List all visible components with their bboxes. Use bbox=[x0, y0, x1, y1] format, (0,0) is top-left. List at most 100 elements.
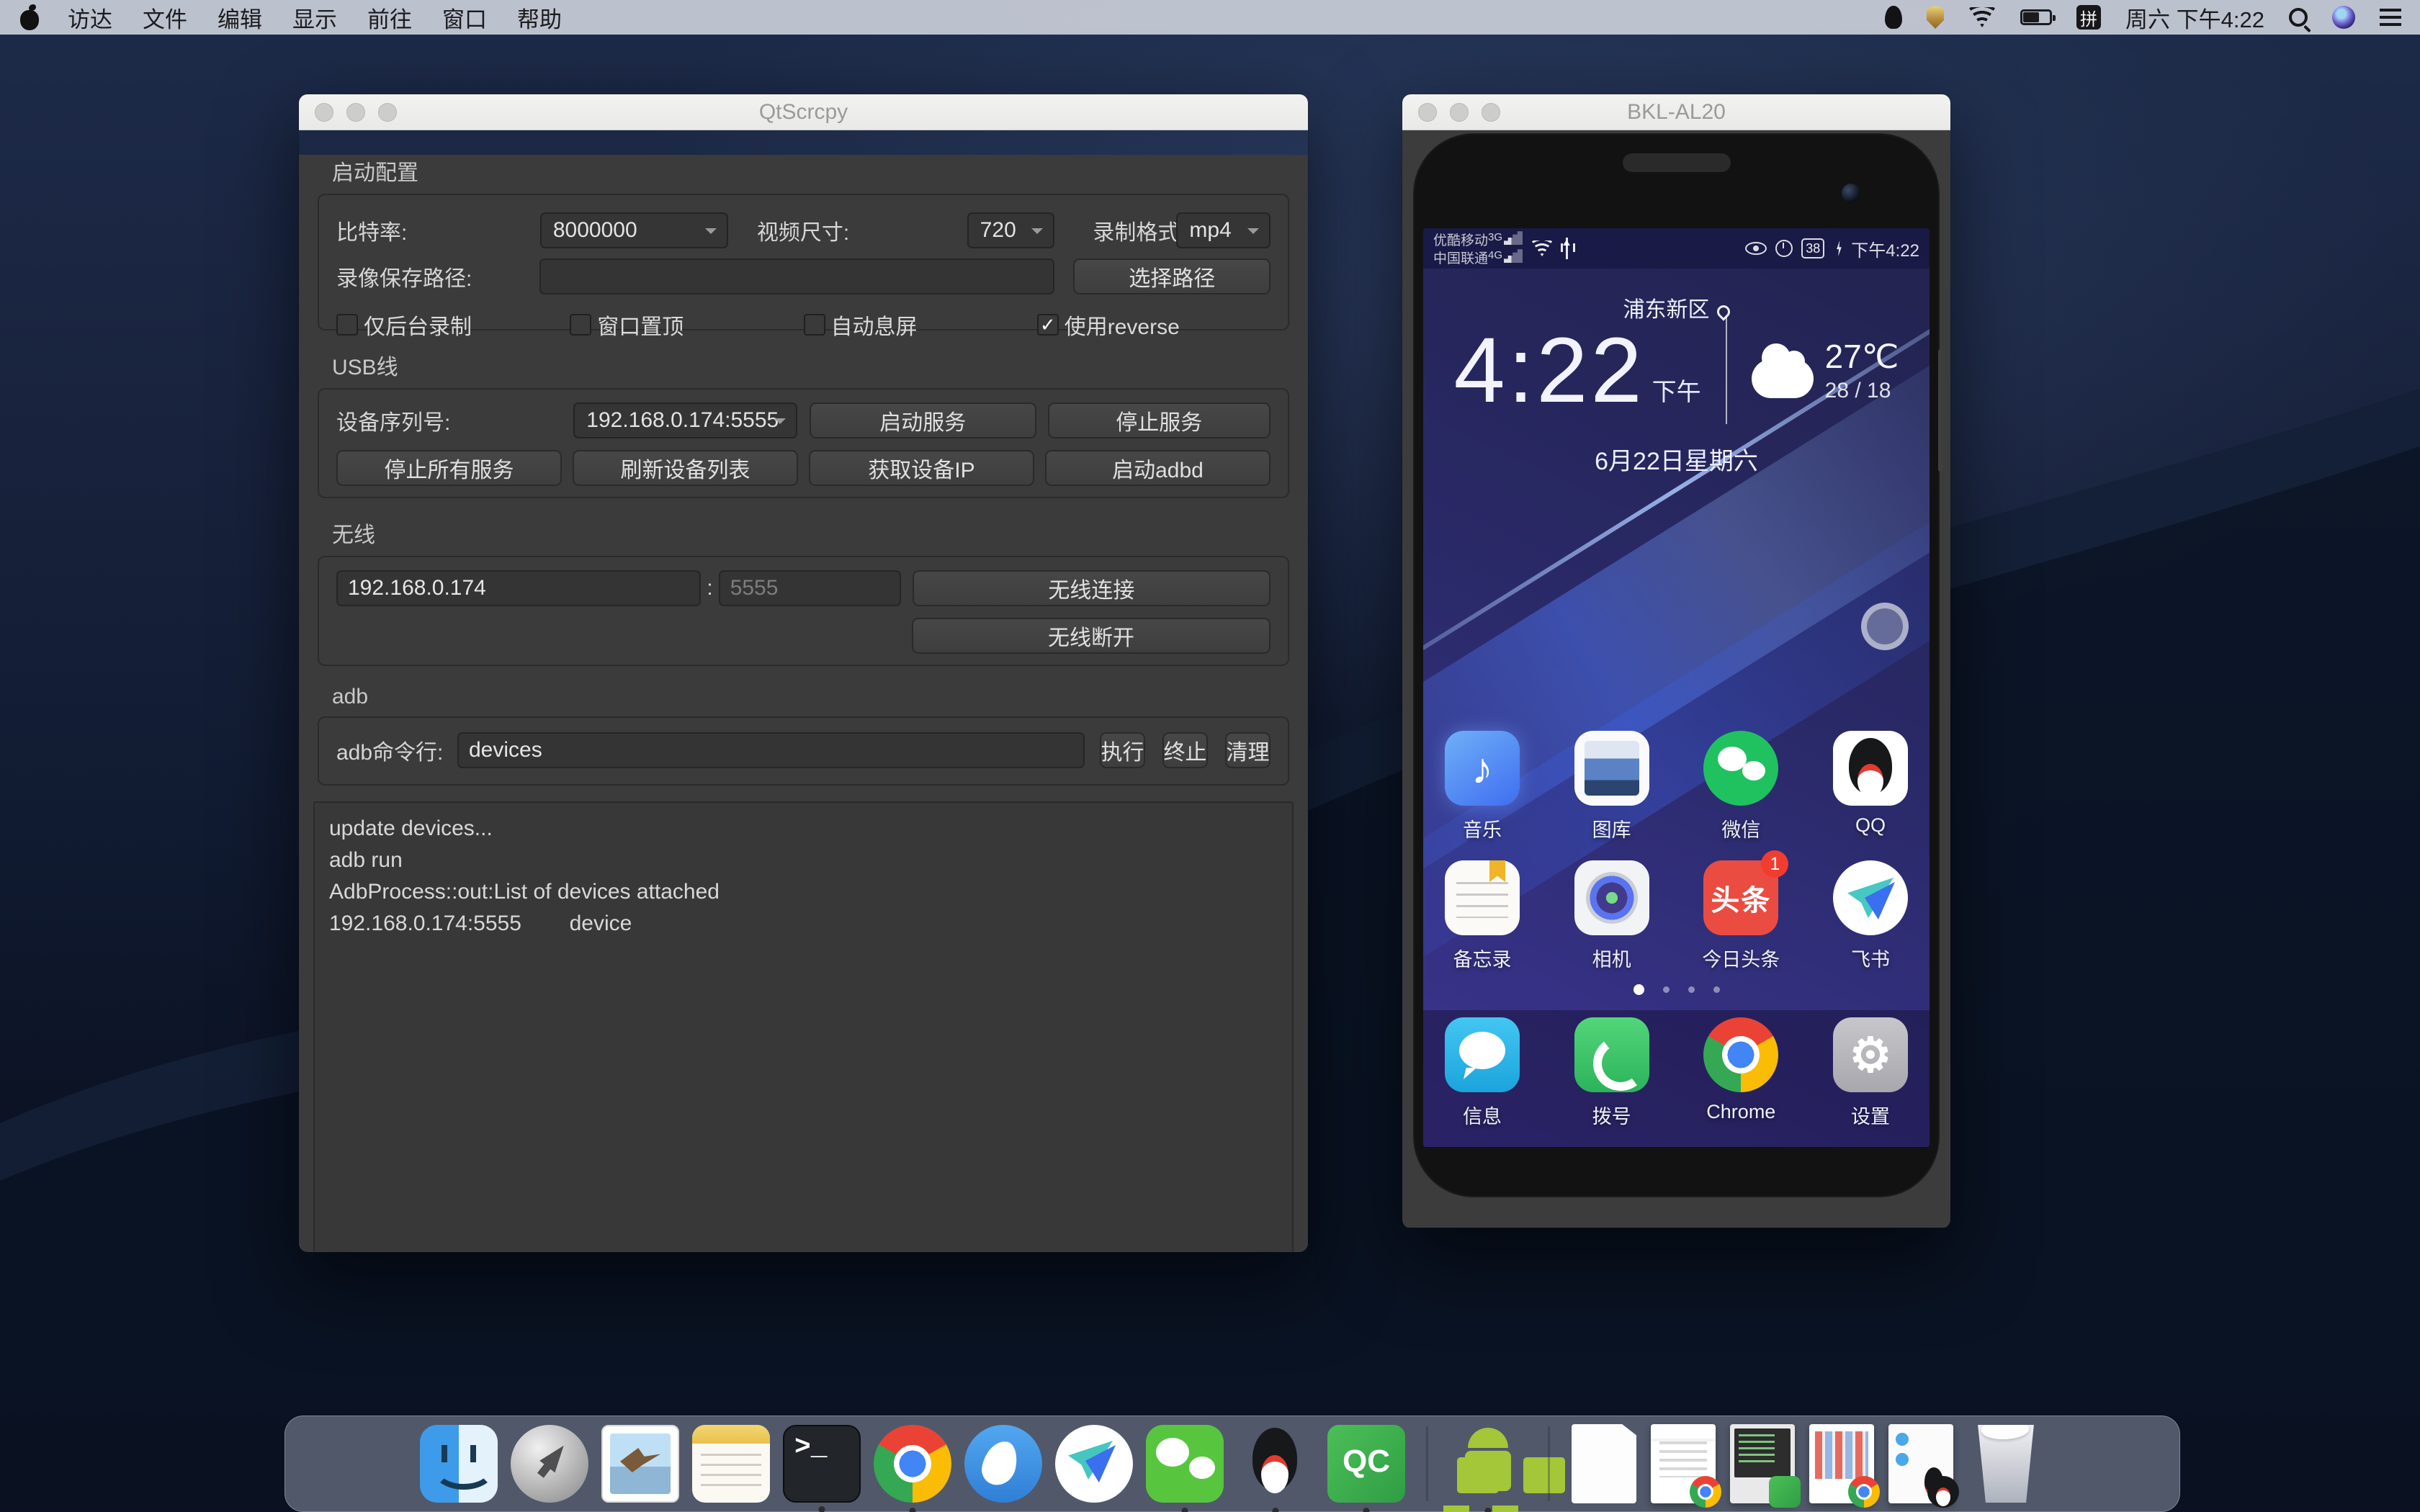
dock-item[interactable] bbox=[1572, 1424, 1636, 1503]
phone-app[interactable]: ⚙ 设置 bbox=[1833, 1017, 1908, 1129]
menu-status-icon[interactable] bbox=[2380, 9, 2401, 26]
wireless-disconnect-button[interactable]: 无线断开 bbox=[912, 618, 1270, 654]
phone-app[interactable]: QQ bbox=[1833, 731, 1908, 842]
weather-widget[interactable]: 27℃ 28 / 18 bbox=[1752, 337, 1899, 403]
qtscrcpy-body: 启动配置 比特率: 8000000 视频尺寸: 720 录制格式: mp4 录像… bbox=[299, 155, 1308, 1252]
phone-app-icon bbox=[1833, 860, 1908, 935]
phone-app[interactable]: ♪ 音乐 bbox=[1445, 731, 1520, 842]
dock-item[interactable] bbox=[874, 1425, 951, 1503]
usb-action-button[interactable]: 获取设备IP bbox=[809, 450, 1034, 486]
phone-window-titlebar[interactable]: BKL-AL20 bbox=[1402, 94, 1950, 130]
phone-app[interactable]: 飞书 bbox=[1833, 860, 1908, 972]
menu-item[interactable]: 窗口 bbox=[442, 1, 487, 34]
phone-usb-icon bbox=[1560, 238, 1573, 259]
phone-app[interactable]: Chrome bbox=[1703, 1017, 1778, 1129]
choose-path-button[interactable]: 选择路径 bbox=[1073, 258, 1270, 294]
dock-item[interactable]: QC bbox=[1327, 1425, 1405, 1503]
checkbox-option[interactable]: 仅后台录制 bbox=[336, 309, 570, 341]
dock-item[interactable] bbox=[1730, 1424, 1795, 1503]
menu-status-icon[interactable] bbox=[2332, 6, 2355, 29]
page-dot bbox=[1663, 986, 1670, 993]
phone-app[interactable]: 相机 bbox=[1574, 860, 1649, 972]
phone-app[interactable]: 信息 bbox=[1445, 1017, 1520, 1129]
dock-item[interactable]: >_ bbox=[783, 1425, 861, 1503]
usb-action-button[interactable]: 停止所有服务 bbox=[336, 450, 562, 486]
menu-status-icon[interactable] bbox=[1968, 7, 1996, 27]
usb-action-button[interactable]: 启动adbd bbox=[1045, 450, 1270, 486]
menu-item[interactable]: 文件 bbox=[143, 1, 187, 34]
phone-app-label: 相机 bbox=[1592, 944, 1631, 972]
menu-status-icon[interactable] bbox=[1885, 6, 1902, 29]
phone-app[interactable]: 头条 1 今日头条 bbox=[1703, 860, 1778, 972]
dock-item[interactable] bbox=[511, 1425, 588, 1503]
adb-action-button[interactable]: 执行 bbox=[1100, 732, 1145, 768]
adb-action-button[interactable]: 终止 bbox=[1162, 732, 1208, 768]
section-label-usb: USB线 bbox=[332, 349, 1294, 381]
wireless-port-input[interactable] bbox=[719, 570, 901, 606]
dock-item[interactable] bbox=[1967, 1425, 2045, 1503]
bitrate-combobox[interactable]: 8000000 bbox=[540, 212, 728, 248]
menu-status-icon[interactable] bbox=[1927, 6, 1944, 29]
wireless-connect-button[interactable]: 无线连接 bbox=[913, 570, 1270, 606]
phone-app-label: Chrome bbox=[1706, 1101, 1775, 1123]
dock-item[interactable] bbox=[1651, 1424, 1716, 1503]
dock-item[interactable] bbox=[420, 1425, 498, 1503]
phone-app-label: 音乐 bbox=[1463, 814, 1502, 842]
adb-log-output[interactable]: update devices... adb run AdbProcess::ou… bbox=[313, 801, 1294, 1252]
dock-item[interactable] bbox=[1055, 1425, 1133, 1503]
phone-app-icon: ⚙ bbox=[1833, 1017, 1908, 1092]
phone-screen[interactable]: 优酷移动3G 中国联通4G 38 下午4:22 浦东新区 bbox=[1423, 228, 1930, 1147]
phone-app-label: 信息 bbox=[1463, 1101, 1502, 1129]
dock-item[interactable] bbox=[601, 1425, 679, 1503]
dock-item[interactable] bbox=[1548, 1426, 1550, 1501]
checkbox-option[interactable]: 自动息屏 bbox=[804, 309, 1037, 341]
wireless-ip-input[interactable] bbox=[336, 570, 701, 606]
video-size-combobox[interactable]: 720 bbox=[967, 212, 1055, 248]
checkbox-option[interactable]: 窗口置顶 bbox=[570, 309, 803, 341]
phone-side-button bbox=[1938, 349, 1942, 472]
menu-status-icon[interactable] bbox=[2020, 9, 2052, 25]
dock-item[interactable] bbox=[1426, 1426, 1428, 1501]
assistive-touch-ball[interactable] bbox=[1861, 603, 1909, 650]
phone-app[interactable]: 拨号 bbox=[1574, 1017, 1649, 1129]
apple-menu-icon[interactable] bbox=[19, 4, 40, 30]
menu-status-icon[interactable]: 拼 bbox=[2076, 5, 2101, 30]
menu-item[interactable]: 帮助 bbox=[517, 1, 562, 34]
dock-item[interactable] bbox=[1237, 1425, 1314, 1503]
record-path-input[interactable] bbox=[539, 258, 1055, 294]
dock-item[interactable] bbox=[1146, 1425, 1224, 1503]
dock-item[interactable] bbox=[1449, 1425, 1527, 1503]
phone-status-time: 下午4:22 bbox=[1851, 236, 1919, 261]
adb-command-input[interactable] bbox=[457, 732, 1085, 768]
qtscrcpy-titlebar[interactable]: QtScrcpy bbox=[299, 94, 1308, 130]
menu-item[interactable]: 访达 bbox=[68, 1, 112, 34]
status-icons-right bbox=[2289, 6, 2401, 29]
phone-app[interactable]: 图库 bbox=[1574, 731, 1649, 842]
adb-buttons: 执行 终止 清理 bbox=[1100, 732, 1270, 768]
phone-app[interactable]: 微信 bbox=[1703, 731, 1778, 842]
stop-service-button[interactable]: 停止服务 bbox=[1048, 402, 1271, 438]
menu-status-icon[interactable] bbox=[2289, 8, 2308, 27]
running-indicator-dot bbox=[1182, 1508, 1188, 1512]
menu-item[interactable]: 显示 bbox=[292, 1, 337, 34]
usb-buttons-row2: 停止所有服务 刷新设备列表 获取设备IP 启动adbd bbox=[336, 450, 1270, 486]
dock-item[interactable] bbox=[692, 1425, 770, 1503]
device-serial-combobox[interactable]: 192.168.0.174:5555 bbox=[573, 402, 797, 438]
record-format-combobox[interactable]: mp4 bbox=[1176, 212, 1270, 248]
clock-widget[interactable]: 4:22 下午 27℃ 28 / 18 bbox=[1423, 316, 1930, 424]
phone-app[interactable]: 备忘录 bbox=[1445, 860, 1520, 972]
menu-item[interactable]: 前往 bbox=[367, 1, 412, 34]
menu-item[interactable]: 编辑 bbox=[218, 1, 262, 34]
dock-item[interactable] bbox=[1888, 1424, 1953, 1503]
start-service-button[interactable]: 启动服务 bbox=[810, 402, 1036, 438]
checkbox-box bbox=[804, 314, 825, 336]
usb-action-button[interactable]: 刷新设备列表 bbox=[573, 450, 798, 486]
alarm-icon bbox=[1775, 240, 1793, 257]
adb-action-button[interactable]: 清理 bbox=[1225, 732, 1270, 768]
status-icons-left: 拼 bbox=[1885, 5, 2101, 30]
dock-item[interactable] bbox=[1809, 1424, 1874, 1503]
checkbox-option[interactable]: 使用reverse bbox=[1037, 309, 1270, 341]
dock-item[interactable] bbox=[964, 1425, 1042, 1503]
menu-bar-clock[interactable]: 周六 下午4:22 bbox=[2125, 1, 2264, 34]
home-page-dots bbox=[1423, 984, 1930, 995]
